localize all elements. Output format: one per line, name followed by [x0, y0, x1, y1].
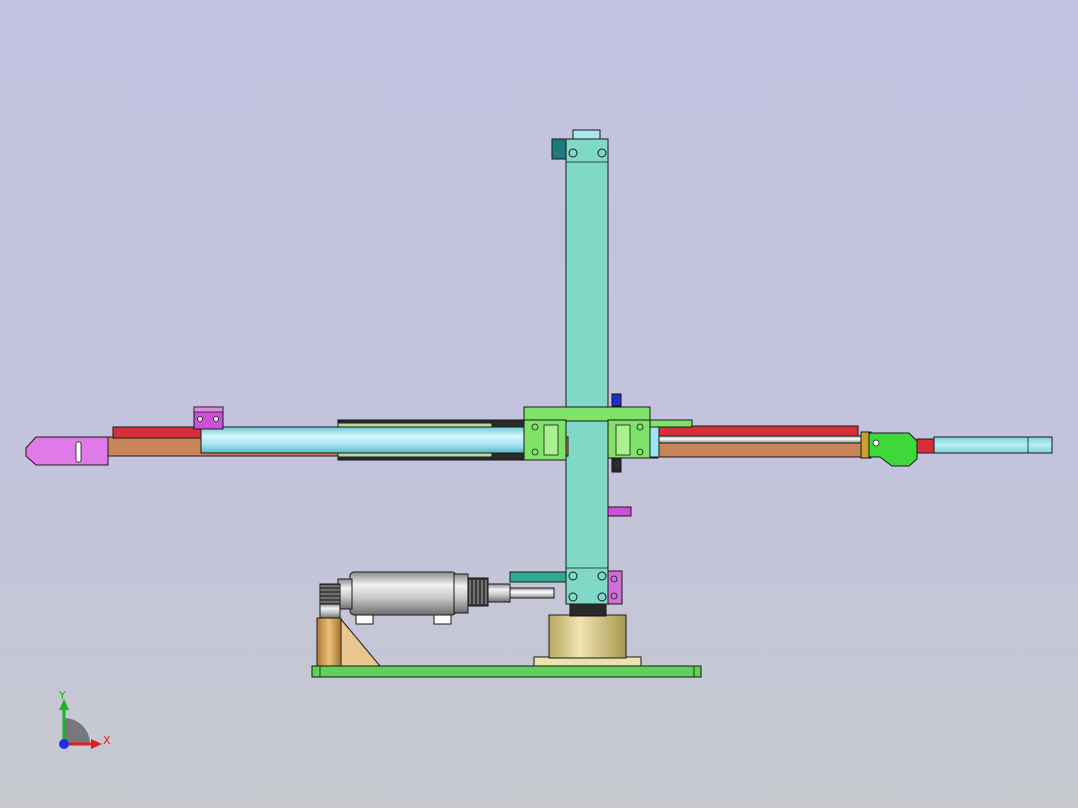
left-gripper[interactable] — [25, 436, 109, 466]
y-axis-label: Y — [58, 689, 66, 702]
coordinate-triad: Y X — [58, 689, 111, 749]
vertical-mast[interactable] — [565, 138, 609, 605]
pneumatic-cylinder[interactable] — [200, 426, 525, 454]
turntable[interactable] — [533, 603, 642, 667]
base-plate[interactable] — [311, 665, 702, 678]
right-gripper[interactable] — [860, 431, 1053, 467]
x-axis-label: X — [103, 734, 111, 747]
z-axis-dot — [59, 739, 69, 749]
cad-viewport[interactable]: Y X — [0, 0, 1078, 808]
motor-bracket[interactable] — [316, 616, 382, 667]
cad-model-view[interactable]: Y X — [0, 0, 1078, 808]
cylinder-end-block[interactable] — [193, 406, 224, 430]
